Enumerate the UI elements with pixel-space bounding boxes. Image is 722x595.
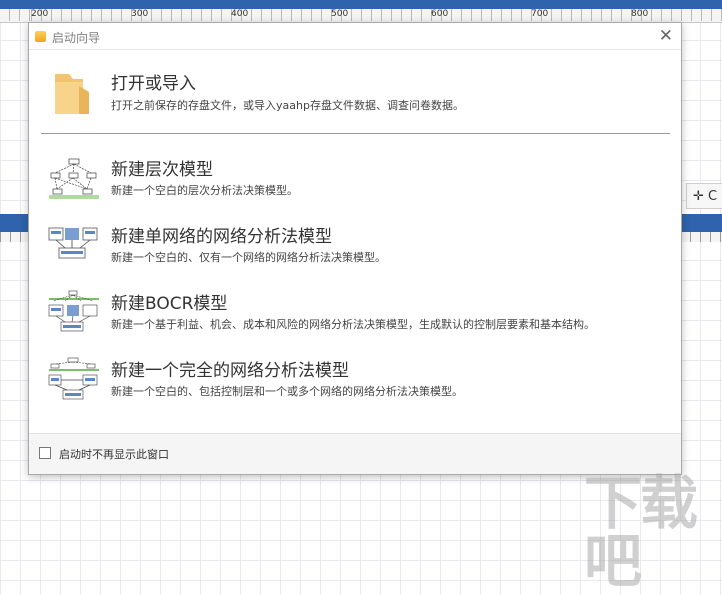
close-button[interactable]: ✕ xyxy=(659,26,673,46)
new-bocr-model-option[interactable]: 新建BOCR模型 新建一个基于利益、机会、成本和风险的网络分析法决策模型，生成默… xyxy=(45,289,665,339)
ruler-label: 200 xyxy=(31,9,49,19)
open-option-desc: 打开之前保存的存盘文件，或导入yaahp存盘文件数据、调查问卷数据。 xyxy=(111,99,464,112)
watermark-text: 下载吧 xyxy=(584,469,698,595)
top-ruler: 200 300 400 500 600 700 800 xyxy=(0,0,722,23)
ruler-label: 800 xyxy=(631,9,649,19)
dialog-title: 启动向导 xyxy=(52,31,101,45)
startup-wizard-dialog: 启动向导 ✕ 打开或导入 打开之前保存的存盘文件，或导入yaahp存盘文件数据、… xyxy=(28,22,682,475)
ruler-ticks xyxy=(0,9,722,21)
open-option-title: 打开或导入 xyxy=(111,74,196,94)
open-or-import-option[interactable]: 打开或导入 打开之前保存的存盘文件，或导入yaahp存盘文件数据、调查问卷数据。 xyxy=(45,68,665,128)
move-tool-button[interactable]: ✛ C xyxy=(686,183,722,209)
hierarchy-model-icon xyxy=(49,158,99,199)
bocr-model-icon xyxy=(48,290,99,332)
full-anp-option-desc: 新建一个空白的、包括控制层和一个或多个网络的网络分析法决策模型。 xyxy=(111,385,463,398)
new-single-network-anp-option[interactable]: 新建单网络的网络分析法模型 新建一个空白的、仅有一个网络的网络分析法决策模型。 xyxy=(45,222,665,272)
ruler-label: 300 xyxy=(131,9,149,19)
full-anp-option-title: 新建一个完全的网络分析法模型 xyxy=(111,361,349,381)
dialog-footer: 启动时不再显示此窗口 xyxy=(29,433,681,474)
dont-show-again-label[interactable]: 启动时不再显示此窗口 xyxy=(59,446,169,462)
close-icon: ✕ xyxy=(658,26,673,46)
hierarchy-option-title: 新建层次模型 xyxy=(111,160,213,180)
new-hierarchy-model-option[interactable]: 新建层次模型 新建一个空白的层次分析法决策模型。 xyxy=(45,155,665,205)
divider xyxy=(41,133,670,134)
app-icon xyxy=(35,31,46,42)
hierarchy-option-desc: 新建一个空白的层次分析法决策模型。 xyxy=(111,184,298,197)
ruler-label: 400 xyxy=(231,9,249,19)
move-icon: ✛ xyxy=(693,189,704,204)
bocr-option-title: 新建BOCR模型 xyxy=(111,294,228,314)
ruler-label: 500 xyxy=(331,9,349,19)
watermark-logo: 下载吧 xyxy=(584,474,722,590)
new-full-anp-model-option[interactable]: 新建一个完全的网络分析法模型 新建一个空白的、包括控制层和一个或多个网络的网络分… xyxy=(45,356,665,406)
move-tool-label: C xyxy=(708,189,718,204)
dialog-titlebar: 启动向导 ✕ xyxy=(29,23,681,50)
full-anp-model-icon xyxy=(48,357,99,400)
single-network-option-desc: 新建一个空白的、仅有一个网络的网络分析法决策模型。 xyxy=(111,251,386,264)
bocr-option-desc: 新建一个基于利益、机会、成本和风险的网络分析法决策模型，生成默认的控制层要素和基… xyxy=(111,318,595,331)
single-network-option-title: 新建单网络的网络分析法模型 xyxy=(111,227,332,247)
ruler-label: 600 xyxy=(431,9,449,19)
ruler-header-bar xyxy=(0,0,722,9)
dont-show-again-checkbox[interactable] xyxy=(39,447,51,459)
single-network-anp-icon xyxy=(48,227,98,259)
ruler-label: 700 xyxy=(531,9,549,19)
folder-icon xyxy=(55,74,89,114)
